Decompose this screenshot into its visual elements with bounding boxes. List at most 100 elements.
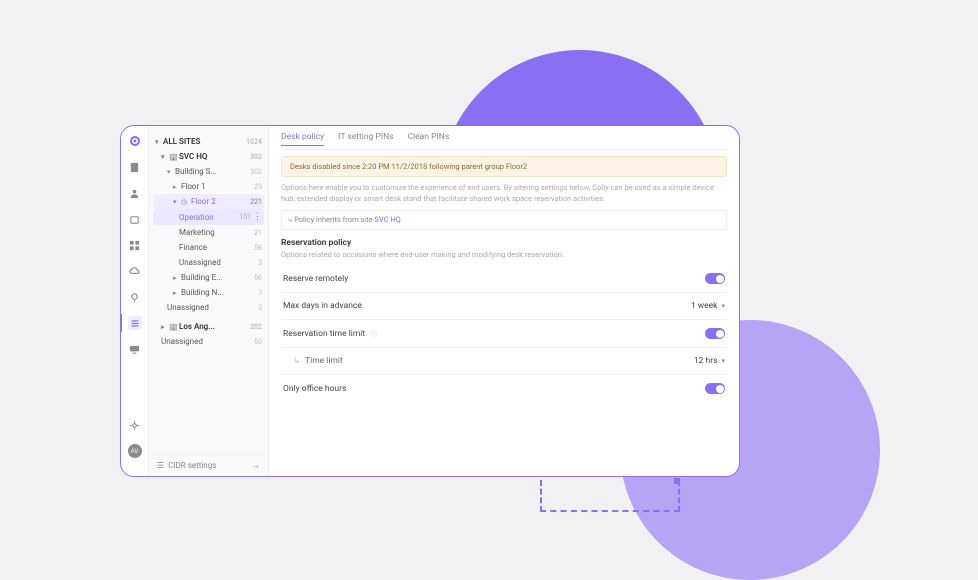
nav-settings-icon[interactable]: [128, 418, 142, 432]
tree-count: 23: [254, 183, 262, 191]
tree-count: 50: [254, 338, 262, 346]
chevron-right-icon: ▸: [173, 183, 181, 191]
tree-label: Operation: [179, 213, 237, 222]
tree-count: 3: [258, 289, 262, 297]
tab-it-pins[interactable]: IT setting PINs: [338, 132, 393, 146]
setting-reserve-remotely: Reserve remotely: [281, 265, 727, 293]
dropdown-max-days[interactable]: 1 week ▾: [691, 301, 725, 311]
chevron-down-icon: ▾: [155, 138, 163, 146]
warning-banner: Desks disabled since 2:20 PM 11/2/2018 f…: [281, 156, 727, 177]
setting-label: Max days in advance: [283, 301, 691, 311]
setting-label: Only office hours: [283, 384, 705, 394]
tree-label: SVC HQ: [179, 152, 248, 161]
nav-doc-icon[interactable]: [128, 160, 142, 174]
tree-unassigned-f2[interactable]: Unassigned 3: [153, 255, 264, 270]
tree-unassigned-svc[interactable]: Unassigned 3: [153, 300, 264, 315]
tree-building-s[interactable]: ▾ Building S... 302: [153, 164, 264, 179]
setting-label: Reserve remotely: [283, 274, 705, 284]
info-icon[interactable]: ⓘ: [370, 330, 377, 338]
section-desc: Options related to occasions where end-u…: [281, 250, 727, 259]
tree-label: Marketing: [179, 228, 252, 237]
tree-label: Floor 1: [181, 182, 252, 191]
tree-count: 221: [250, 198, 262, 206]
tree-marketing[interactable]: Marketing 21: [153, 225, 264, 240]
main-content: Desk policy IT setting PINs Clean PINs D…: [269, 126, 739, 476]
tree-los-ang[interactable]: ▸ 🏢 Los Ang... 202: [153, 319, 264, 334]
clock-icon: ◷: [181, 198, 191, 206]
dropdown-value: 1 week: [691, 301, 718, 311]
tree-count: 202: [250, 323, 262, 331]
sidebar-tree: ▾ ALL SITES 1024 ▾ 🏢 SVC HQ 302 ▾ Buildi…: [149, 126, 269, 476]
nav-list-icon[interactable]: [128, 316, 142, 330]
toggle-reserve-remotely[interactable]: [705, 273, 725, 284]
tab-clean-pins[interactable]: Clean PINs: [408, 132, 450, 146]
tree-label: Finance: [179, 243, 252, 252]
cidr-settings-link[interactable]: ☰ CIDR settings →: [153, 454, 264, 476]
tree-count: 1024: [246, 138, 262, 146]
logo-icon[interactable]: [128, 134, 142, 148]
setting-label: ↳ Time limit: [283, 356, 694, 366]
tree-label: ALL SITES: [163, 137, 244, 146]
chevron-down-icon: ▾: [721, 357, 725, 365]
chevron-right-icon: ▸: [161, 323, 169, 331]
nav-monitor-icon[interactable]: [128, 342, 142, 356]
tree-unassigned-all[interactable]: Unassigned 50: [153, 334, 264, 349]
app-window: AV ▾ ALL SITES 1024 ▾ 🏢 SVC HQ 302 ▾ Bui…: [120, 125, 740, 477]
filter-icon: ☰: [157, 461, 164, 470]
chevron-right-icon: ▸: [173, 274, 181, 282]
inherit-notice: ⤷ Policy inherits from site SVC HQ: [281, 210, 727, 230]
tree-count: 3: [258, 259, 262, 267]
dropdown-value: 12 hrs: [694, 356, 718, 366]
tree-count: 302: [250, 168, 262, 176]
tree-svc-hq[interactable]: ▾ 🏢 SVC HQ 302: [153, 149, 264, 164]
setting-label: Reservation time limit ⓘ: [283, 329, 705, 339]
tree-label: Unassigned: [179, 258, 256, 267]
icon-rail: AV: [121, 126, 149, 476]
building-icon: 🏢: [169, 323, 179, 331]
tree-label: Los Ang...: [179, 322, 248, 331]
user-avatar[interactable]: AV: [128, 444, 142, 458]
sub-arrow-icon: ↳: [293, 356, 300, 366]
nav-bulb-icon[interactable]: [128, 290, 142, 304]
tree-building-e[interactable]: ▸ Building E... 56: [153, 270, 264, 285]
cidr-label: CIDR settings: [168, 461, 216, 470]
tree-operation[interactable]: Operation 151 ⋮: [153, 209, 264, 225]
tree-count: 151: [239, 213, 251, 221]
tree-label: Unassigned: [167, 303, 256, 312]
setting-res-time-limit: Reservation time limit ⓘ: [281, 320, 727, 348]
chevron-down-icon: ▾: [173, 198, 181, 206]
tree-label: Building N...: [181, 288, 256, 297]
tree-building-n[interactable]: ▸ Building N... 3: [153, 285, 264, 300]
tree-label: Building E...: [181, 273, 252, 282]
dropdown-time-limit[interactable]: 12 hrs ▾: [694, 356, 725, 366]
inherit-text: Policy inherits from site: [294, 215, 374, 224]
tree-floor1[interactable]: ▸ Floor 1 23: [153, 179, 264, 194]
toggle-office-hours[interactable]: [705, 383, 725, 394]
tree-all-sites[interactable]: ▾ ALL SITES 1024: [153, 134, 264, 149]
setting-max-days: Max days in advance 1 week ▾: [281, 293, 727, 320]
tab-desk-policy[interactable]: Desk policy: [281, 132, 324, 146]
nav-people-icon[interactable]: [128, 186, 142, 200]
tree-count: 56: [254, 244, 262, 252]
chevron-right-icon: ▸: [173, 289, 181, 297]
tree-label: Unassigned: [161, 337, 252, 346]
nav-grid-icon[interactable]: [128, 238, 142, 252]
building-icon: 🏢: [169, 153, 179, 161]
tree-finance[interactable]: Finance 56: [153, 240, 264, 255]
tabs: Desk policy IT setting PINs Clean PINs: [281, 132, 727, 150]
tree-floor2[interactable]: ▾ ◷ Floor 2 221: [153, 194, 264, 209]
chevron-down-icon: ▾: [161, 153, 169, 161]
tree-label: Building S...: [175, 167, 248, 176]
tree-count: 21: [254, 229, 262, 237]
tree-label: Floor 2: [191, 197, 248, 206]
chevron-down-icon: ▾: [167, 168, 175, 176]
nav-cloud-icon[interactable]: [128, 264, 142, 278]
tree-count: 56: [254, 274, 262, 282]
selection-marquee: [540, 480, 680, 512]
more-icon[interactable]: ⋮: [253, 212, 262, 222]
nav-box-icon[interactable]: [128, 212, 142, 226]
inherit-link[interactable]: SVC HQ: [374, 215, 400, 224]
setting-time-limit: ↳ Time limit 12 hrs ▾: [281, 348, 727, 375]
toggle-res-time-limit[interactable]: [705, 328, 725, 339]
setting-office-hours: Only office hours: [281, 375, 727, 402]
